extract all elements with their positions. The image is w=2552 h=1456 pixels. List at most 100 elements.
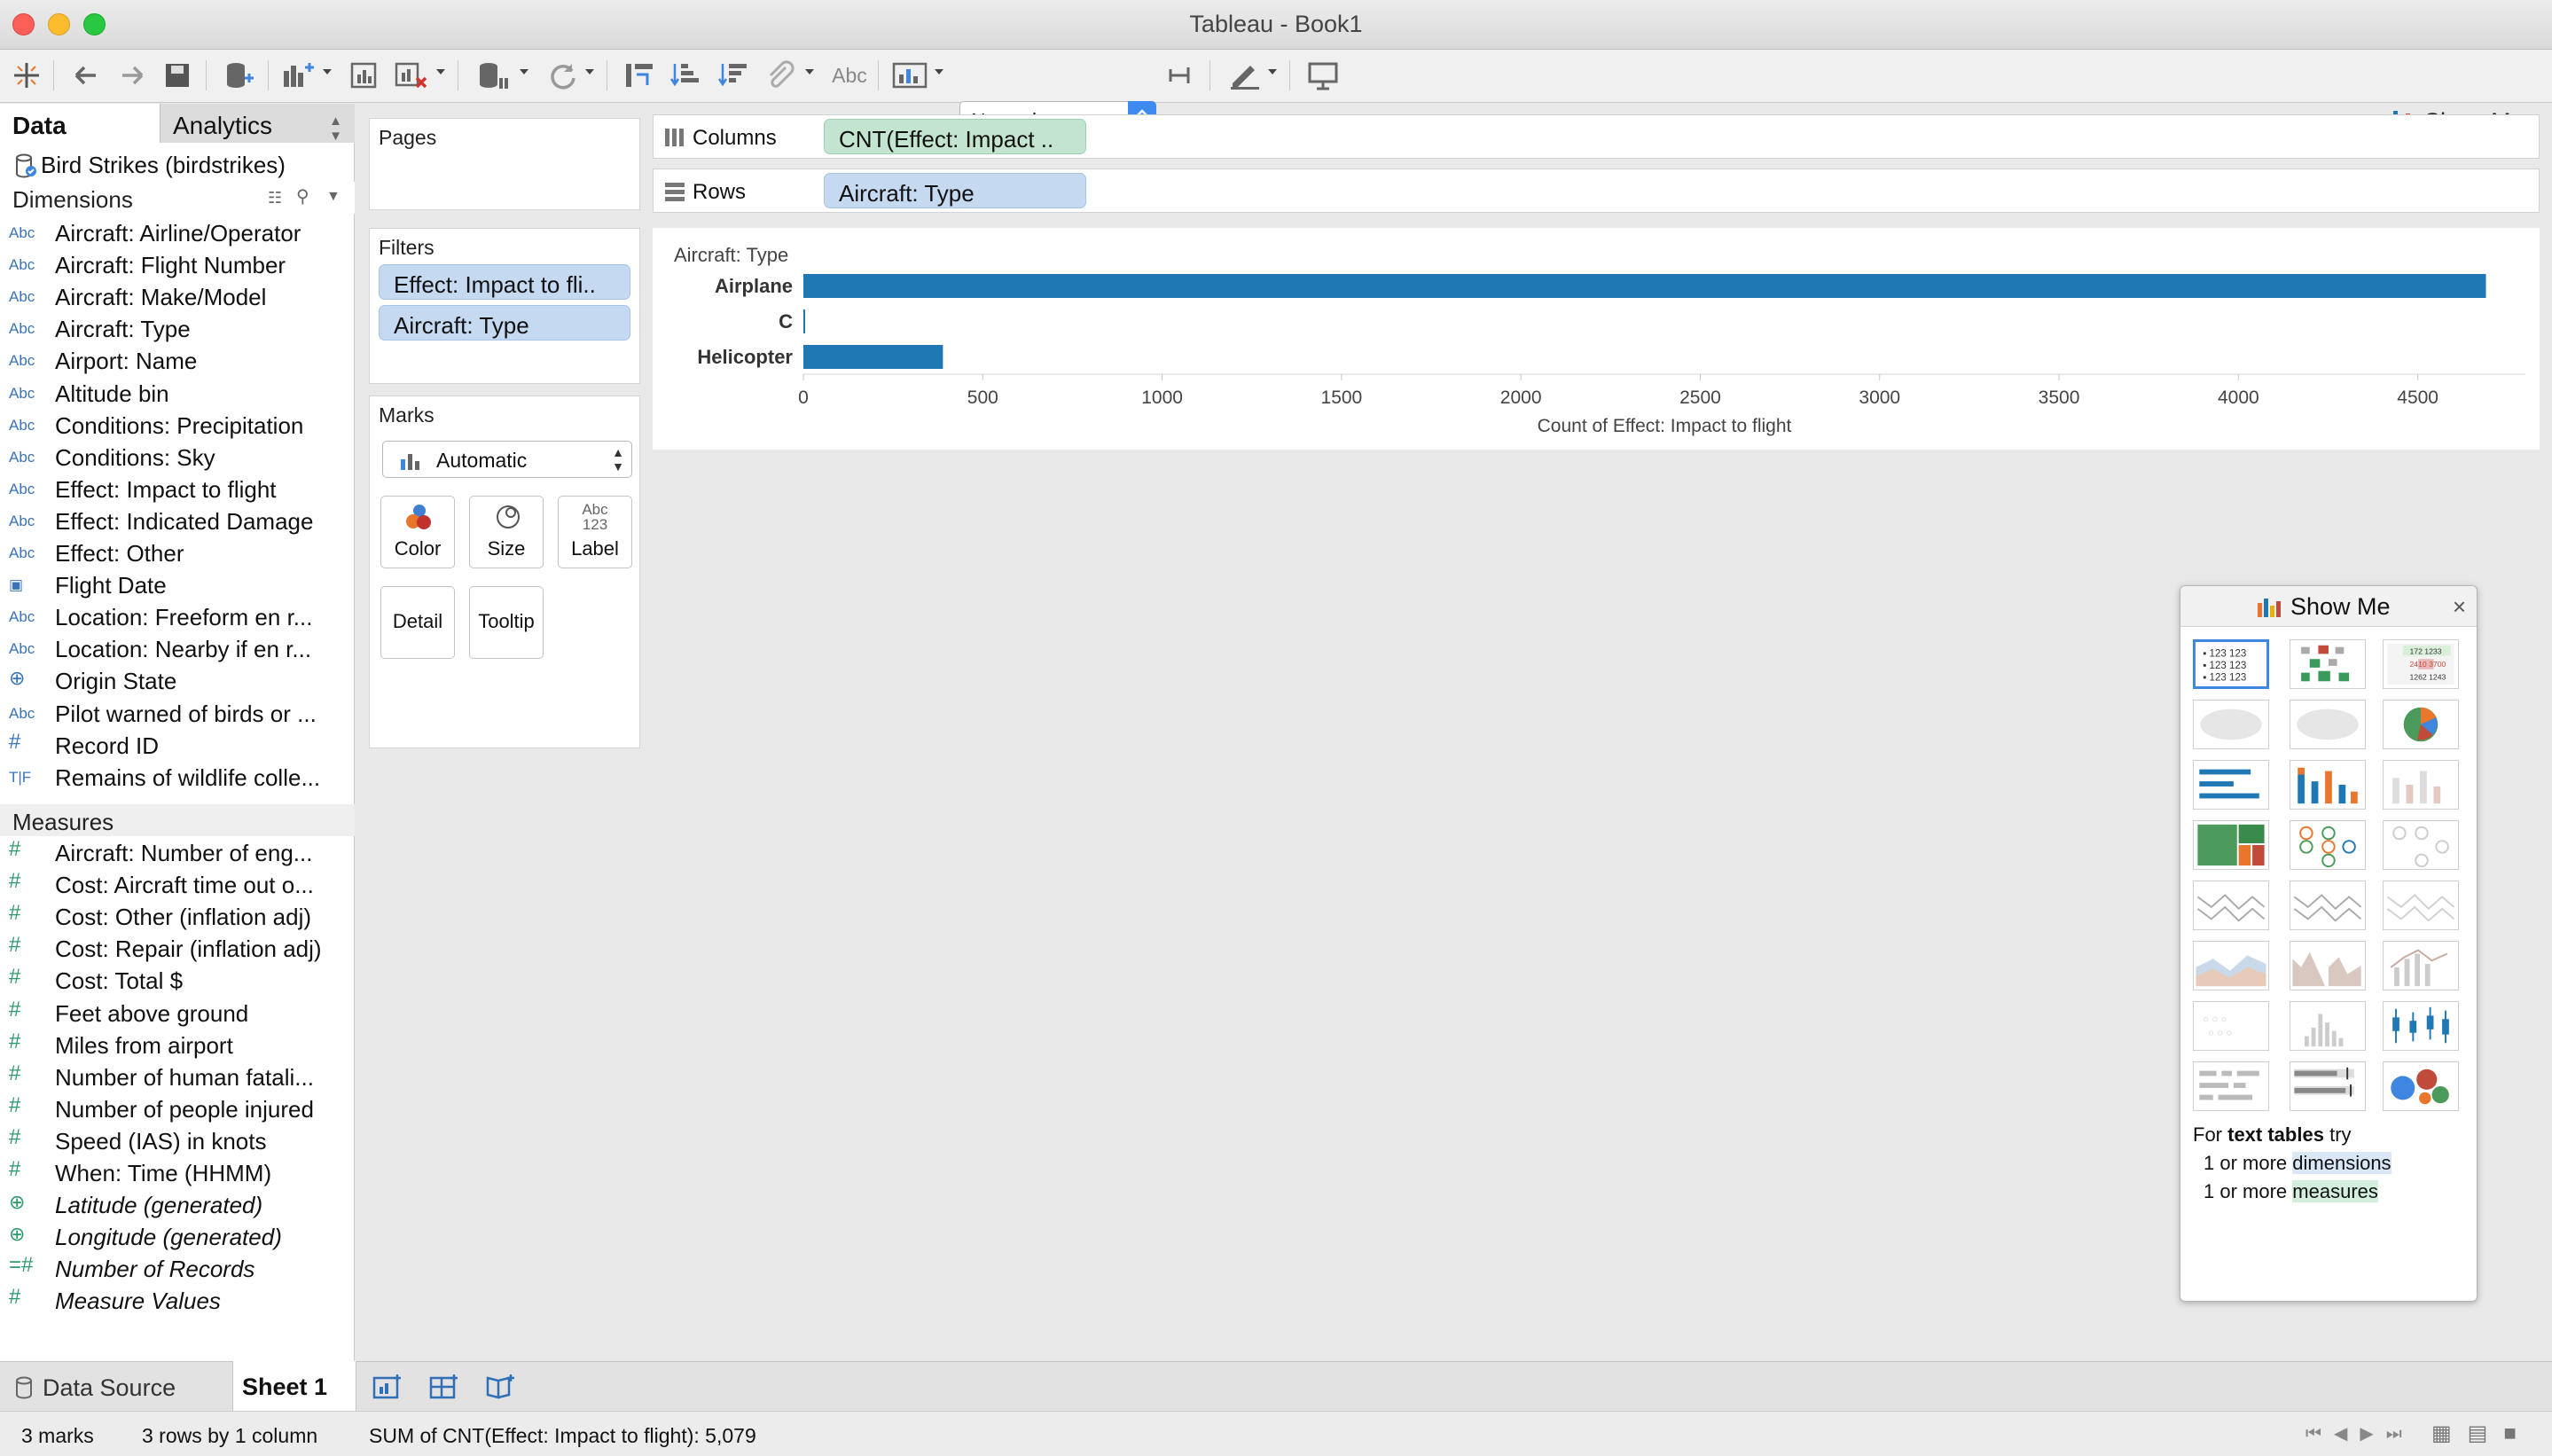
new-worksheet-tab-icon[interactable] [372,1373,403,1404]
new-dashboard-tab-icon[interactable] [429,1373,459,1404]
measure-field[interactable]: # Cost: Other (inflation adj) [0,900,355,932]
dimension-field[interactable]: # Record ID [0,729,355,761]
new-story-tab-icon[interactable] [486,1373,516,1404]
dimension-field[interactable]: Abc Effect: Impact to flight [0,473,355,505]
filters-card[interactable]: Filters Effect: Impact to fli.. Aircraft… [369,228,640,384]
chart-type-thumbnail-icon[interactable] [2290,700,2366,749]
chart-type-thumbnail-icon[interactable] [2290,881,2366,930]
chart-type-thumbnail-icon[interactable] [2383,1061,2459,1111]
tab-analytics[interactable]: Analytics ▲ ▼ [160,104,355,144]
clear-sheet-icon[interactable] [390,58,433,93]
new-data-source-icon[interactable] [220,58,259,93]
chart-type-thumbnail-icon[interactable] [2383,941,2459,990]
view-options-icon[interactable]: ☷ [268,189,282,207]
datasource-item[interactable]: Bird Strikes (birdstrikes) [0,146,355,182]
sort-descending-icon[interactable] [715,58,754,93]
redo-icon[interactable] [114,58,149,93]
measure-field[interactable]: # Feet above ground [0,997,355,1029]
dimension-field[interactable]: Abc Pilot warned of birds or ... [0,697,355,729]
measure-field[interactable]: # Cost: Aircraft time out o... [0,868,355,900]
chart-type-thumbnail-icon[interactable] [2383,820,2459,870]
fix-axes-icon[interactable] [1163,58,1199,93]
pause-updates-icon[interactable] [472,58,516,93]
dimension-field[interactable]: Abc Altitude bin [0,377,355,409]
chart-type-thumbnail-icon[interactable] [2193,700,2269,749]
chart-type-thumbnail-icon[interactable] [2290,941,2366,990]
dimension-field[interactable]: Abc Aircraft: Flight Number [0,248,355,280]
tableau-logo-icon[interactable] [9,58,44,93]
bar[interactable] [803,345,943,369]
chart-type-thumbnail-icon[interactable] [2383,760,2459,810]
refresh-icon[interactable] [543,58,582,93]
bar[interactable] [803,274,2486,298]
group-members-icon[interactable] [761,58,800,93]
sheet-navigation-icon[interactable]: ⏮◀▶⏭ [2305,1422,2415,1444]
rows-shelf[interactable]: Rows Aircraft: Type [653,168,2540,213]
dimension-field[interactable]: Abc Airport: Name [0,344,355,376]
tab-data-source[interactable]: Data Source [0,1362,231,1412]
measure-field[interactable]: # Number of human fatali... [0,1061,355,1092]
show-mark-labels-button[interactable]: Abc [825,58,874,93]
measure-field[interactable]: ⊕ Latitude (generated) [0,1188,355,1220]
measure-field[interactable]: ⊕ Longitude (generated) [0,1220,355,1252]
dimension-field[interactable]: Abc Effect: Other [0,536,355,568]
mark-type-dropdown[interactable]: Automatic ▲ ▼ [382,441,632,478]
chart-type-thumbnail-icon[interactable]: 172 1233 2410 3700 1262 1243 [2383,639,2459,689]
chart-type-thumbnail-icon[interactable] [2290,760,2366,810]
measure-field[interactable]: # Cost: Total $ [0,964,355,996]
tooltip-button[interactable]: Tooltip [469,586,544,659]
chart-type-thumbnail-icon[interactable] [2193,941,2269,990]
measure-field[interactable]: # Aircraft: Number of eng... [0,836,355,868]
bar[interactable] [803,309,806,333]
chart-type-thumbnail-icon[interactable] [2383,1001,2459,1051]
chart-type-thumbnail-icon[interactable] [2193,820,2269,870]
chart-type-thumbnail-icon[interactable] [2290,1001,2366,1051]
measure-field[interactable]: # Cost: Repair (inflation adj) [0,932,355,964]
measure-field[interactable]: =# Number of Records [0,1252,355,1284]
chart-type-thumbnail-icon[interactable]: ○ ○ ○ ○ ○ ○ [2193,1001,2269,1051]
dimension-field[interactable]: Abc Conditions: Sky [0,441,355,473]
chart-type-thumbnail-icon[interactable] [2290,820,2366,870]
chart-type-thumbnail-icon[interactable] [2290,639,2366,689]
dimension-field[interactable]: Abc Location: Freeform en r... [0,600,355,632]
measure-field[interactable]: # Speed (IAS) in knots [0,1124,355,1156]
label-button[interactable]: Abc 123 Label [558,496,632,568]
tab-sheet-1[interactable]: Sheet 1 [232,1361,356,1412]
tab-data[interactable]: Data [0,104,160,143]
detail-button[interactable]: Detail [380,586,455,659]
undo-icon[interactable] [69,58,105,93]
chart-type-thumbnail-icon[interactable] [2193,760,2269,810]
annotate-pen-icon[interactable] [1224,58,1266,93]
dimension-field[interactable]: Abc Conditions: Precipitation [0,409,355,441]
dimension-field[interactable]: ⊕ Origin State [0,664,355,696]
highlight-icon[interactable] [889,58,931,93]
new-worksheet-icon[interactable] [278,58,319,93]
measure-field[interactable]: # Number of people injured [0,1092,355,1124]
sort-ascending-icon[interactable] [667,58,706,93]
size-button[interactable]: Size [469,496,544,568]
chart-type-thumbnail-icon[interactable] [2383,881,2459,930]
columns-shelf[interactable]: Columns CNT(Effect: Impact .. [653,114,2540,159]
measure-field[interactable]: # Miles from airport [0,1029,355,1061]
pages-card[interactable]: Pages [369,118,640,210]
dimensions-menu-chevron-down-icon[interactable]: ▼ [326,189,341,205]
chart-type-thumbnail-icon[interactable] [2290,1061,2366,1111]
dimension-field[interactable]: Abc Location: Nearby if en r... [0,632,355,664]
swap-rows-columns-icon[interactable] [621,58,660,93]
dimension-field[interactable]: Abc Effect: Indicated Damage [0,505,355,536]
close-icon[interactable]: × [2453,593,2466,621]
search-icon[interactable]: ⚲ [296,185,309,207]
measure-field[interactable]: # When: Time (HHMM) [0,1156,355,1188]
color-button[interactable]: Color [380,496,455,568]
filter-pill-impact[interactable]: Effect: Impact to fli.. [379,264,630,300]
presentation-mode-icon[interactable] [1303,58,1343,93]
chart-type-thumbnail-icon[interactable] [2383,700,2459,749]
columns-pill[interactable]: CNT(Effect: Impact .. [824,119,1086,154]
rows-pill[interactable]: Aircraft: Type [824,173,1086,208]
duplicate-sheet-icon[interactable] [346,58,385,93]
measure-field[interactable]: # Measure Values [0,1284,355,1316]
dimension-field[interactable]: Abc Aircraft: Airline/Operator [0,216,355,248]
dimension-field[interactable]: ▣ Flight Date [0,568,355,600]
chart-type-thumbnail-icon[interactable] [2193,881,2269,930]
save-icon[interactable] [160,58,195,93]
